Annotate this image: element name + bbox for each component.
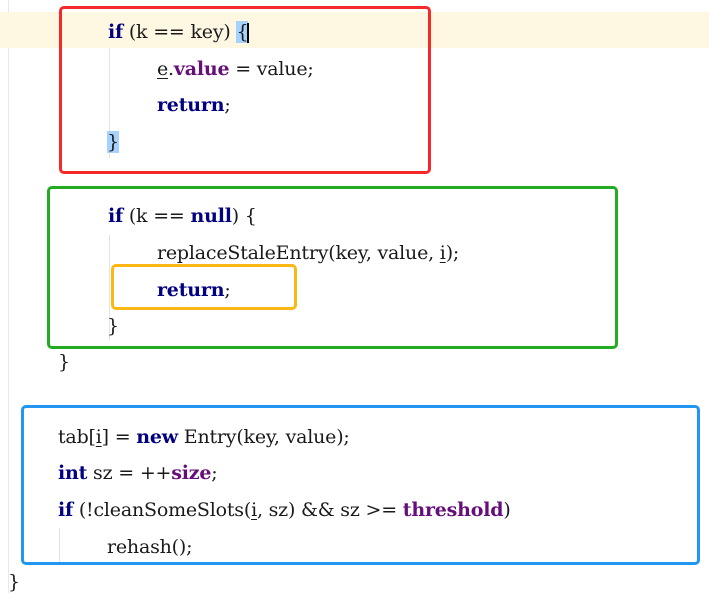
code-token: } — [58, 351, 70, 373]
code-line[interactable]: } — [8, 564, 20, 600]
code-line[interactable]: } — [58, 344, 70, 380]
annotation-box-red — [59, 6, 431, 174]
annotation-box-blue — [21, 405, 700, 565]
code-token: } — [8, 571, 20, 593]
editor-gutter-divider — [8, 0, 9, 593]
annotation-box-orange — [111, 264, 297, 310]
